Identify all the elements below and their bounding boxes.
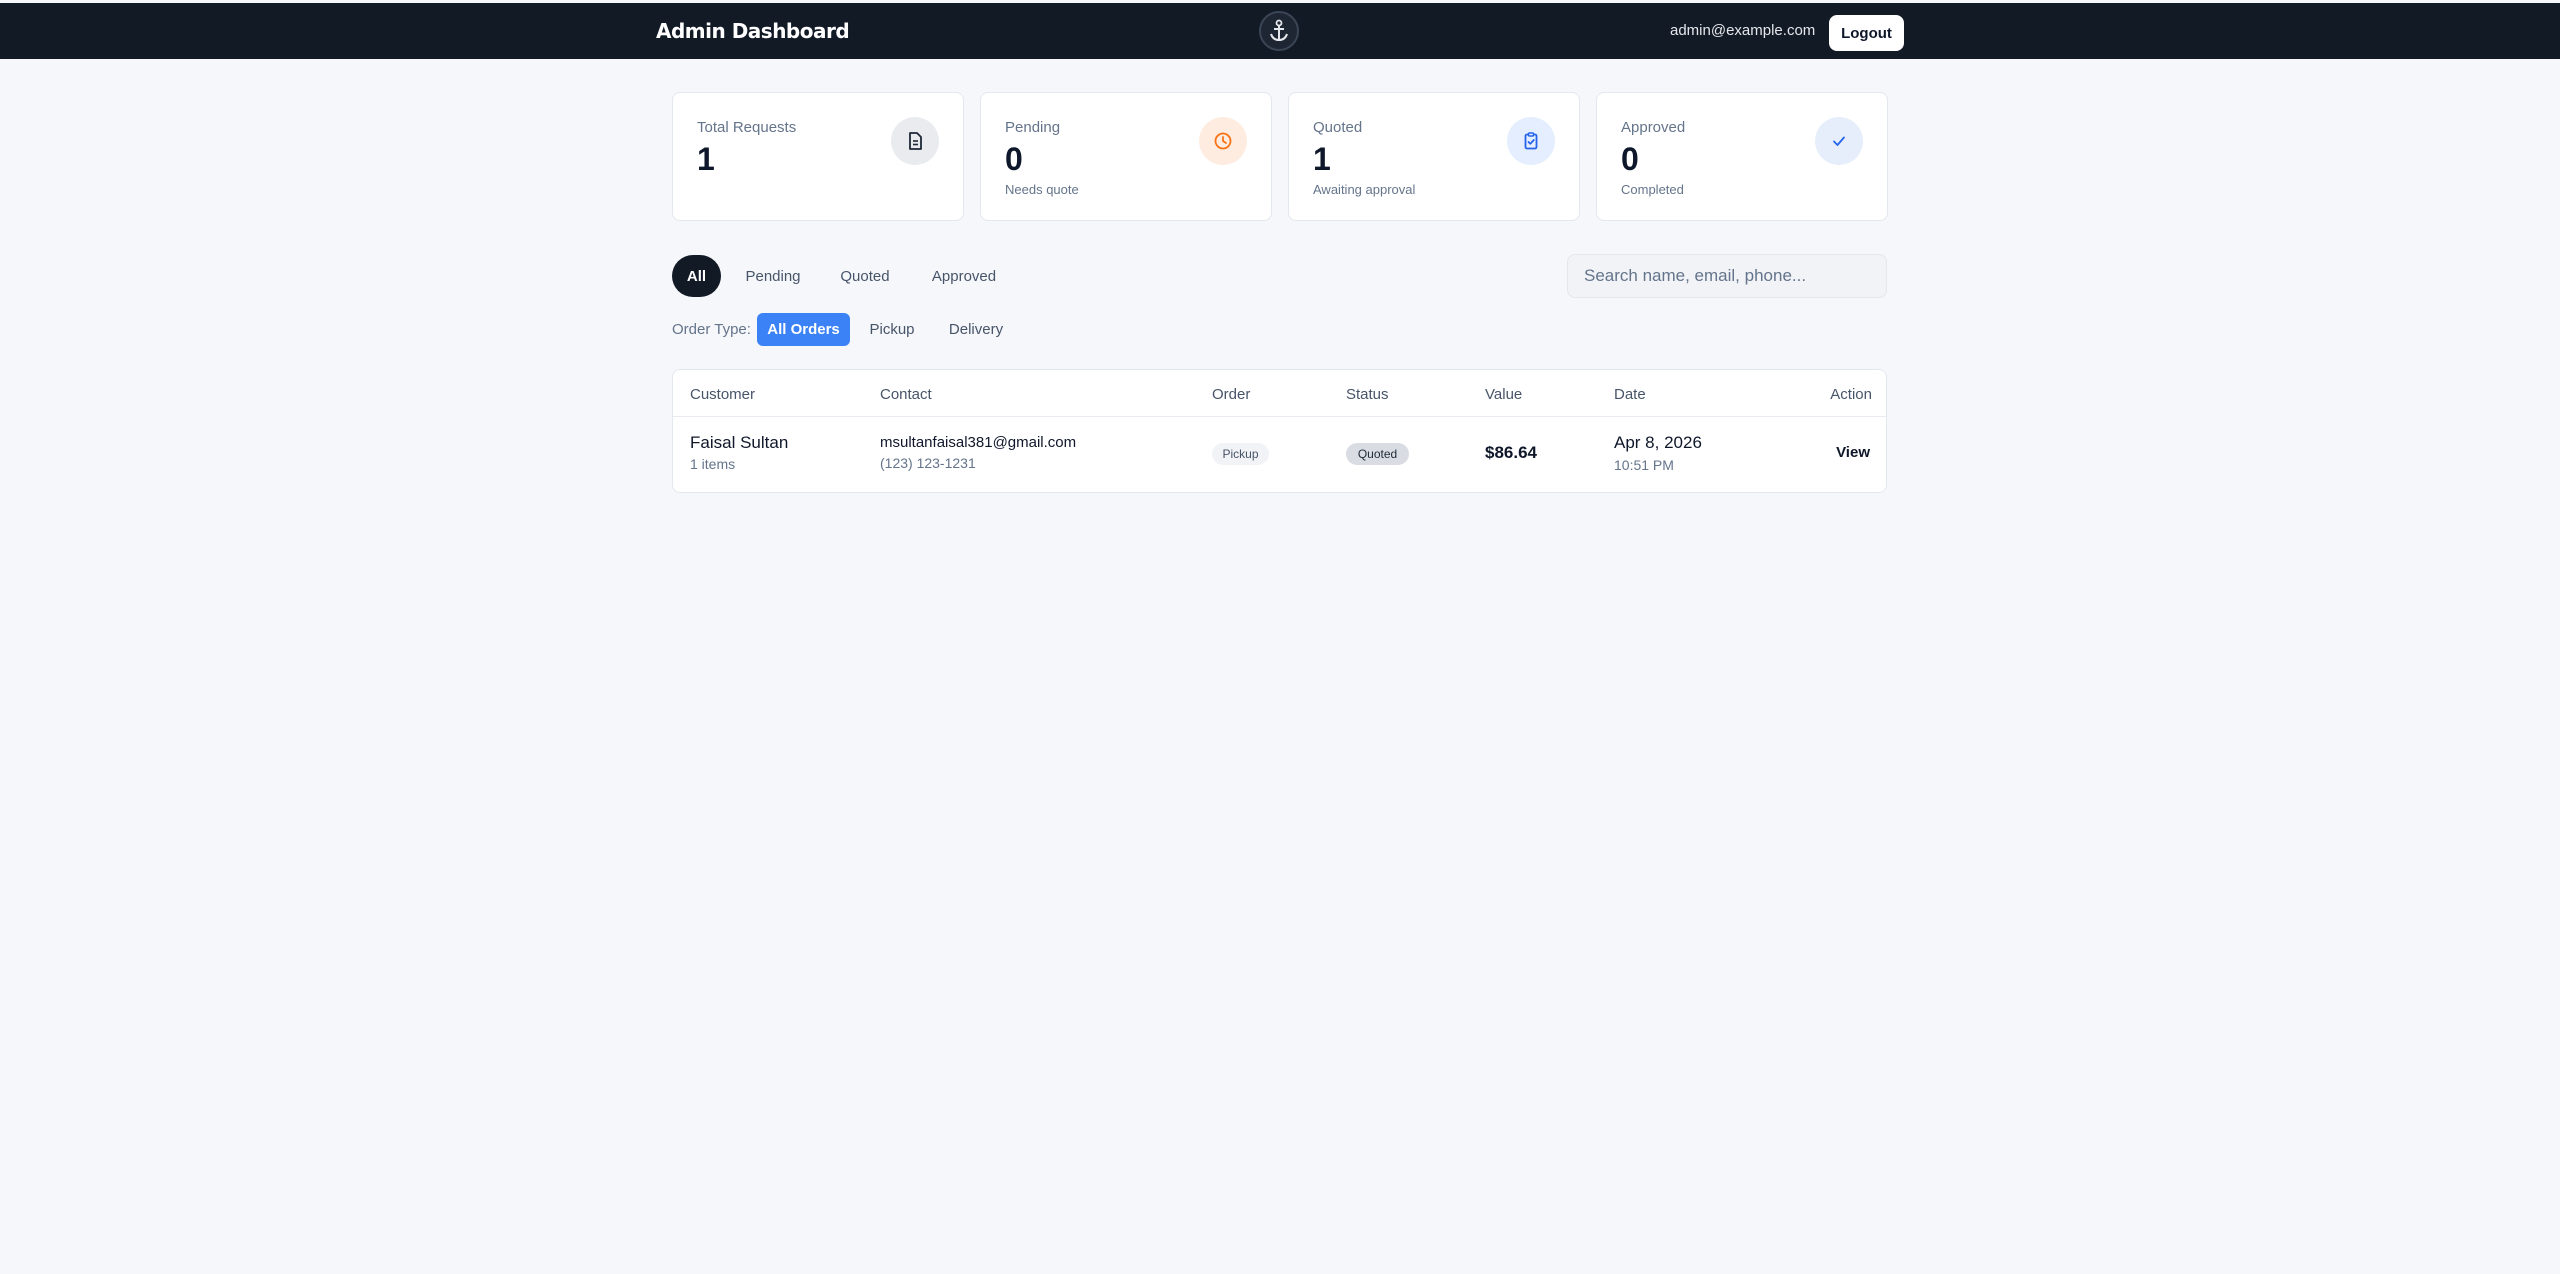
contact-phone: (123) 123-1231 xyxy=(880,455,976,471)
app-title: Admin Dashboard xyxy=(656,19,850,43)
document-icon xyxy=(891,117,939,165)
stat-label: Total Requests xyxy=(697,119,797,136)
stat-value: 1 xyxy=(697,141,715,177)
order-type-all-orders[interactable]: All Orders xyxy=(757,313,850,346)
stat-card-approved: Approved 0 Completed xyxy=(1596,92,1888,221)
column-header-value[interactable]: Value xyxy=(1485,386,1522,403)
column-header-status[interactable]: Status xyxy=(1346,386,1389,403)
customer-items-count: 1 items xyxy=(690,456,736,472)
tab-pending[interactable]: Pending xyxy=(736,255,810,297)
stat-label: Pending xyxy=(1005,119,1061,136)
column-header-contact[interactable]: Contact xyxy=(880,386,932,403)
order-type-label: Order Type: xyxy=(672,321,751,338)
stat-card-pending: Pending 0 Needs quote xyxy=(980,92,1272,221)
order-type-badge: Pickup xyxy=(1212,443,1269,465)
stat-subtitle: Awaiting approval xyxy=(1313,182,1416,197)
search-input[interactable] xyxy=(1567,254,1887,298)
stat-card-total-requests: Total Requests 1 xyxy=(672,92,964,221)
order-date: Apr 8, 2026 xyxy=(1614,433,1702,452)
status-badge: Quoted xyxy=(1346,443,1409,465)
stat-value: 0 xyxy=(1005,141,1023,177)
column-header-customer[interactable]: Customer xyxy=(690,386,755,403)
clock-icon xyxy=(1199,117,1247,165)
order-value: $86.64 xyxy=(1485,443,1537,462)
stat-value: 0 xyxy=(1621,141,1639,177)
top-nav-bar: Admin Dashboard admin@example.com Logout xyxy=(0,3,2560,59)
stat-card-quoted: Quoted 1 Awaiting approval xyxy=(1288,92,1580,221)
tab-quoted[interactable]: Quoted xyxy=(827,255,903,297)
column-header-action: Action xyxy=(1830,386,1872,403)
stat-value: 1 xyxy=(1313,141,1331,177)
table-header: Customer Contact Order Status Value Date… xyxy=(673,370,1886,417)
customer-name: Faisal Sultan xyxy=(690,433,789,452)
stat-label: Quoted xyxy=(1313,119,1363,136)
order-type-pickup[interactable]: Pickup xyxy=(862,313,922,346)
anchor-logo-icon[interactable] xyxy=(1259,11,1299,51)
view-button[interactable]: View xyxy=(1836,444,1870,461)
stat-subtitle: Completed xyxy=(1621,182,1684,197)
order-time: 10:51 PM xyxy=(1614,457,1674,473)
clipboard-check-icon xyxy=(1507,117,1555,165)
order-type-delivery[interactable]: Delivery xyxy=(937,313,1015,346)
column-header-date[interactable]: Date xyxy=(1614,386,1646,403)
logout-button[interactable]: Logout xyxy=(1829,15,1904,51)
user-email: admin@example.com xyxy=(1670,22,1816,39)
contact-email: msultanfaisal381@gmail.com xyxy=(880,434,1077,451)
stat-label: Approved xyxy=(1621,119,1686,136)
check-icon xyxy=(1815,117,1863,165)
stat-subtitle: Needs quote xyxy=(1005,182,1079,197)
tab-all[interactable]: All xyxy=(672,255,721,297)
requests-table: Customer Contact Order Status Value Date… xyxy=(672,369,1887,493)
column-header-order[interactable]: Order xyxy=(1212,386,1250,403)
tab-approved[interactable]: Approved xyxy=(920,255,1008,297)
